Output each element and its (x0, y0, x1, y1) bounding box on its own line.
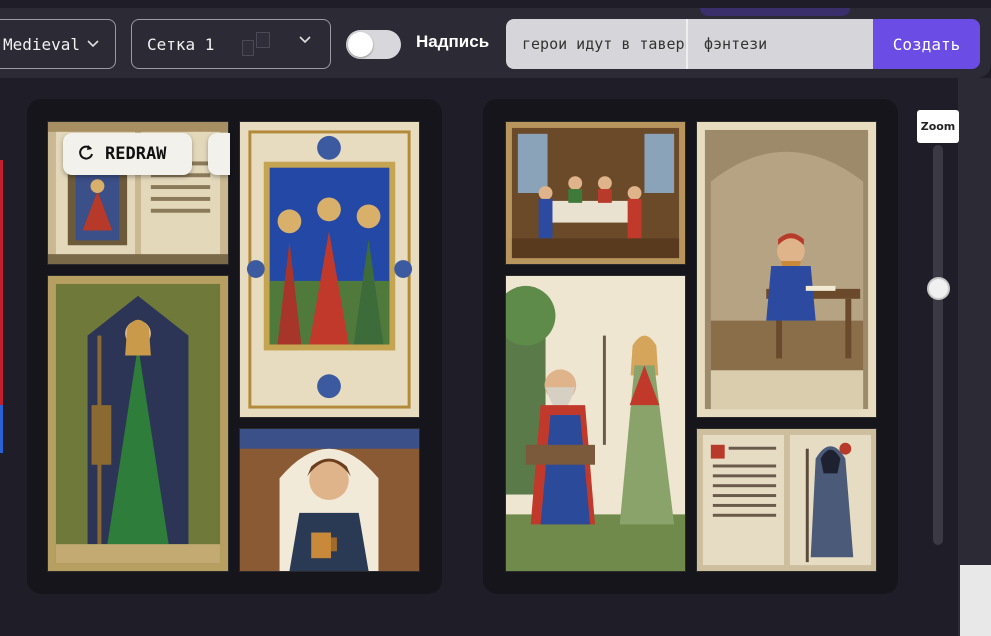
lady-in-green-dress-image[interactable] (47, 275, 229, 572)
three-saints-manuscript-image[interactable] (239, 121, 420, 418)
chevron-down-icon (86, 39, 100, 49)
style-select[interactable]: Medieval (0, 19, 116, 69)
chevron-down-icon (298, 35, 312, 45)
redraw-button[interactable]: REDRAW (63, 133, 192, 175)
scribe-in-cellar-image[interactable] (696, 121, 877, 418)
grid-layout-icon (242, 32, 270, 56)
top-toolbar: Medieval Сетка 1 Надпись Создать (0, 8, 991, 78)
wizard-and-elf-maiden-image[interactable] (505, 275, 686, 572)
zoom-slider-thumb[interactable] (927, 276, 950, 300)
scrollbar-track[interactable] (960, 565, 991, 636)
grid-action-button[interactable] (208, 133, 230, 175)
redraw-label: REDRAW (105, 144, 167, 164)
toolbar-accent (700, 8, 850, 16)
caption-toggle[interactable] (346, 30, 401, 59)
create-button[interactable]: Создать (873, 19, 980, 69)
toggle-knob (348, 32, 373, 57)
grid-select-value: Сетка 1 (147, 34, 215, 54)
caption-label: Надпись (416, 32, 490, 51)
zoom-label: Zoom (917, 110, 959, 143)
hooded-figure-manuscript-image[interactable] (696, 428, 877, 572)
grid-select[interactable]: Сетка 1 (131, 19, 331, 69)
right-sidebar-strip (958, 78, 991, 636)
zoom-slider-track[interactable] (933, 145, 943, 545)
left-accent-bar (0, 160, 3, 405)
prompt-input[interactable] (506, 19, 688, 69)
tavern-feast-scene-image[interactable] (505, 121, 686, 265)
man-with-mug-image[interactable] (239, 428, 420, 572)
style-select-value: Medieval (3, 34, 81, 54)
left-accent-bar (0, 405, 3, 453)
prompt-group: Создать (506, 19, 980, 69)
genre-input[interactable] (688, 19, 873, 69)
refresh-icon (77, 143, 95, 166)
